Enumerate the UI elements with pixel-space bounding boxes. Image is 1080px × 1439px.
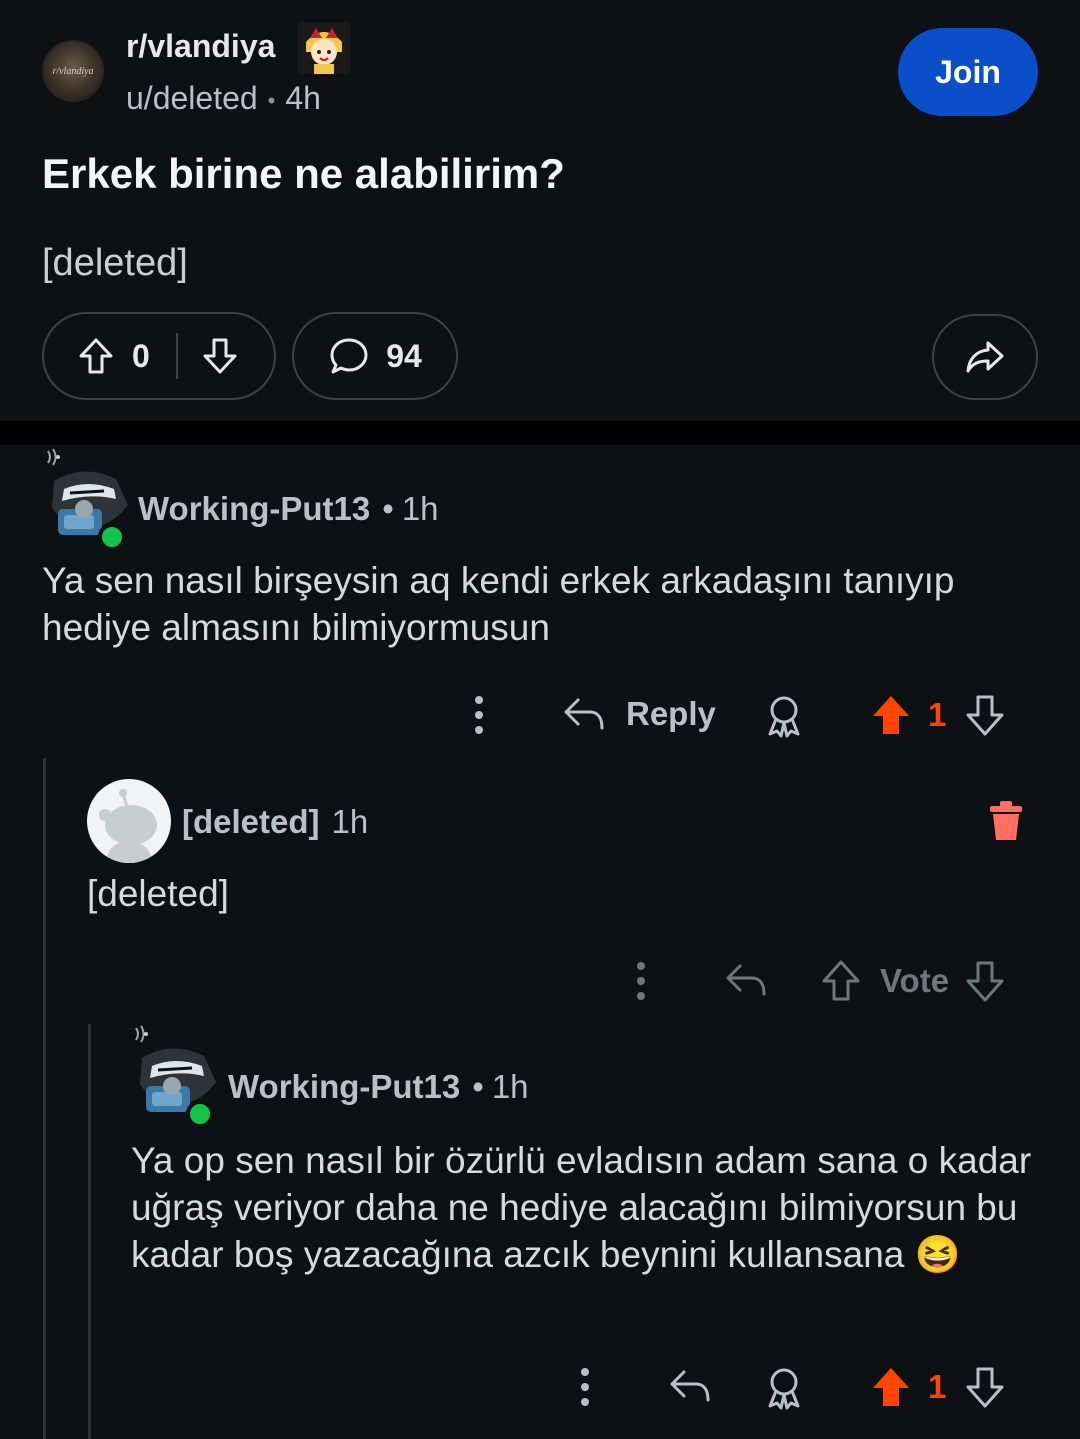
comment-body: Ya op sen nasıl bir özürlü evladısın ada… xyxy=(131,1140,1032,1275)
subreddit-name[interactable]: r/vlandiya xyxy=(126,28,275,65)
more-options-icon[interactable] xyxy=(576,1365,594,1409)
comment-score: 1 xyxy=(928,696,947,733)
post-score: 0 xyxy=(132,337,150,374)
vote-divider xyxy=(175,333,178,379)
comment-bubble-icon xyxy=(328,336,370,376)
vote-label: Vote xyxy=(880,962,950,999)
comment-author[interactable]: Working-Put13 xyxy=(138,490,370,527)
post-body: [deleted] xyxy=(42,242,188,284)
comment-time: 1h xyxy=(401,490,439,527)
section-divider xyxy=(0,421,1080,445)
post-author[interactable]: u/deleted xyxy=(126,80,258,116)
post-title[interactable]: Erkek birine ne alabilirim? xyxy=(42,150,565,198)
comment-body: Ya sen nasıl birşeysin aq kendi erkek ar… xyxy=(42,560,955,648)
upvote-active-icon[interactable] xyxy=(870,693,912,737)
upvote-active-icon[interactable] xyxy=(870,1365,912,1409)
comment-author[interactable]: Working-Put13 xyxy=(228,1068,460,1105)
comment-score: 1 xyxy=(928,1368,947,1405)
post-comment-count: 94 xyxy=(386,337,422,374)
deleted-user-avatar xyxy=(87,779,171,863)
downvote-icon[interactable] xyxy=(200,336,240,376)
thread-line xyxy=(88,1024,91,1439)
subreddit-avatar-text: r/vlandiya xyxy=(52,65,94,77)
commenter-avatar[interactable] xyxy=(44,445,132,551)
comment-header: Working-Put13 • 1h xyxy=(228,1068,529,1105)
delete-icon[interactable] xyxy=(986,798,1026,842)
award-icon[interactable] xyxy=(764,694,804,738)
reply-button[interactable]: Reply xyxy=(562,694,716,734)
reply-icon[interactable] xyxy=(668,1366,712,1406)
comment-header: [deleted] 1h xyxy=(182,803,368,841)
comment-time: 1h xyxy=(491,1068,529,1105)
downvote-icon[interactable] xyxy=(964,959,1006,1003)
online-indicator xyxy=(98,523,126,551)
downvote-icon[interactable] xyxy=(964,693,1006,737)
more-options-icon[interactable] xyxy=(632,959,650,1003)
reply-icon[interactable] xyxy=(724,960,768,1000)
upvote-icon[interactable] xyxy=(820,959,862,1003)
downvote-icon[interactable] xyxy=(964,1365,1006,1409)
comment-body: [deleted] xyxy=(87,873,229,914)
join-button[interactable]: Join xyxy=(898,28,1038,116)
more-options-icon[interactable] xyxy=(470,693,488,737)
share-button[interactable] xyxy=(932,314,1038,400)
comment-author: [deleted] xyxy=(182,803,320,840)
reply-icon xyxy=(562,694,606,734)
post-vote-pill: 0 xyxy=(42,312,276,400)
post-meta: u/deleted • 4h xyxy=(126,80,321,116)
award-icon[interactable] xyxy=(764,1366,804,1410)
comment-header: Working-Put13 • 1h xyxy=(138,490,439,527)
thread-line xyxy=(43,758,46,1439)
subreddit-flair-image xyxy=(298,22,350,74)
upvote-icon[interactable] xyxy=(76,336,116,376)
online-indicator xyxy=(186,1100,214,1128)
post-comments-button[interactable]: 94 xyxy=(292,312,458,400)
commenter-avatar[interactable] xyxy=(132,1022,220,1128)
comment-time: 1h xyxy=(331,803,369,840)
reply-label: Reply xyxy=(626,695,716,732)
post-time: 4h xyxy=(285,80,321,116)
share-icon xyxy=(964,339,1006,375)
subreddit-avatar[interactable]: r/vlandiya xyxy=(42,40,104,102)
